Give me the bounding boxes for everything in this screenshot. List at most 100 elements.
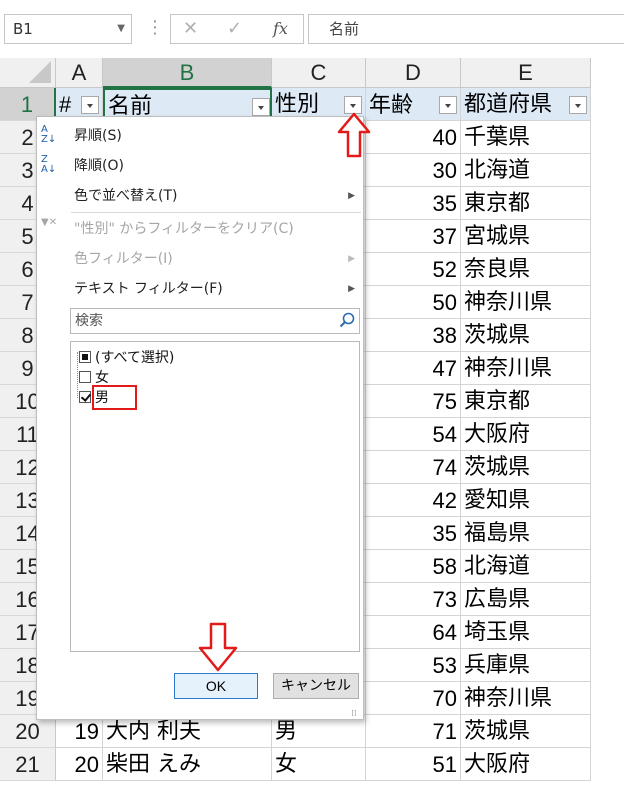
cell-d[interactable]: 75 [366,385,461,418]
sort-descending-item[interactable]: Z A↓ 降順(O) [37,151,363,181]
column-header-b[interactable]: B [103,58,272,88]
checkbox-partial[interactable] [79,351,91,363]
cell-e[interactable]: 茨城県 [461,319,591,352]
color-filter-item[interactable]: 色フィルター(I) ▶ [37,244,363,274]
filter-dropdown-button[interactable] [252,98,270,116]
cell-d[interactable]: 73 [366,583,461,616]
cell-b[interactable]: 柴田 えみ [103,748,272,781]
sort-by-color-item[interactable]: 色で並べ替え(T) ▶ [37,181,363,211]
filter-value-label: (すべて選択) [95,350,175,366]
cell-d[interactable]: 38 [366,319,461,352]
cell-e[interactable]: 福島県 [461,517,591,550]
cell-d[interactable]: 58 [366,550,461,583]
cell-text: 54 [432,422,457,447]
cell-d[interactable]: 54 [366,418,461,451]
submenu-arrow-icon: ▶ [348,284,355,294]
sort-ascending-icon: A Z↓ [41,124,57,145]
cell-e[interactable]: 宮城県 [461,220,591,253]
cell-text: 19 [74,719,99,744]
cell-text: 宮城県 [464,224,531,249]
cell-d[interactable]: 37 [366,220,461,253]
filter-dropdown-button[interactable] [81,96,99,114]
filter-dropdown-button[interactable] [569,96,587,114]
cell-e[interactable]: 神奈川県 [461,286,591,319]
filter-search-input[interactable]: 検索 [70,308,360,334]
cell-text: # [59,92,72,117]
cell-e[interactable]: 愛知県 [461,484,591,517]
cell-e[interactable]: 兵庫県 [461,649,591,682]
sort-by-color-label: 色で並べ替え(T) [74,188,178,204]
cell-text: 兵庫県 [464,653,531,678]
sort-descending-icon: Z A↓ [41,154,57,175]
cancel-button[interactable]: キャンセル [273,673,359,699]
checkbox-unchecked[interactable] [79,371,91,383]
clear-filter-item[interactable]: ▼✕ "性別" からフィルターをクリア(C) [37,214,363,244]
cell-d[interactable]: 40 [366,121,461,154]
header-cell-d[interactable]: 年齢 [366,88,461,121]
cell-text: 20 [74,752,99,777]
cell-e[interactable]: 茨城県 [461,715,591,748]
cell-e[interactable]: 東京都 [461,385,591,418]
formula-input[interactable]: 名前 [308,14,624,44]
cell-text: 北海道 [464,158,531,183]
cell-e[interactable]: 茨城県 [461,451,591,484]
filter-value-select-all[interactable]: (すべて選択) [79,348,174,368]
text-filter-item[interactable]: テキスト フィルター(F) ▶ [37,274,363,304]
cell-text: 大内 利夫 [106,719,201,744]
cell-e[interactable]: 大阪府 [461,418,591,451]
clear-filter-icon: ▼✕ [41,217,58,228]
cell-d[interactable]: 35 [366,187,461,220]
select-all-corner[interactable] [0,58,56,88]
filter-dropdown-button[interactable] [439,96,457,114]
cell-e[interactable]: 神奈川県 [461,352,591,385]
insert-function-icon[interactable]: fx [273,15,288,43]
name-box[interactable]: B1 ▼ [4,14,132,44]
column-header-a[interactable]: A [56,58,103,88]
enter-icon[interactable]: ✓ [227,15,242,43]
cell-e[interactable]: 北海道 [461,154,591,187]
search-placeholder: 検索 [75,313,103,329]
cell-d[interactable]: 74 [366,451,461,484]
cell-d[interactable]: 64 [366,616,461,649]
cell-text: 埼玉県 [464,620,531,645]
row-header[interactable]: 21 [0,748,56,781]
column-header-d[interactable]: D [366,58,461,88]
chevron-down-icon[interactable]: ▼ [117,15,125,43]
cell-d[interactable]: 52 [366,253,461,286]
filter-value-label: 女 [95,370,109,386]
cell-text: 茨城県 [464,455,531,480]
checkbox-checked[interactable] [79,391,91,403]
cancel-icon[interactable]: ✕ [183,15,198,43]
header-cell-e[interactable]: 都道府県 [461,88,591,121]
cell-d[interactable]: 42 [366,484,461,517]
cell-d[interactable]: 35 [366,517,461,550]
column-header-e[interactable]: E [461,58,591,88]
cell-e[interactable]: 広島県 [461,583,591,616]
resize-grip-icon[interactable]: ⁞⁞ [351,709,357,719]
cell-e[interactable]: 神奈川県 [461,682,591,715]
cell-d[interactable]: 53 [366,649,461,682]
column-header-c[interactable]: C [272,58,366,88]
cell-text: 35 [432,521,457,546]
cell-d[interactable]: 30 [366,154,461,187]
cell-text: 福島県 [464,521,531,546]
cell-text: 37 [432,224,457,249]
cell-d[interactable]: 71 [366,715,461,748]
cell-d[interactable]: 47 [366,352,461,385]
cell-e[interactable]: 埼玉県 [461,616,591,649]
cell-e[interactable]: 大阪府 [461,748,591,781]
ok-button[interactable]: OK [174,673,258,699]
cell-text: 51 [432,752,457,777]
cell-d[interactable]: 51 [366,748,461,781]
cell-d[interactable]: 50 [366,286,461,319]
cell-e[interactable]: 東京都 [461,187,591,220]
cell-e[interactable]: 千葉県 [461,121,591,154]
cell-c[interactable]: 女 [272,748,366,781]
cell-a[interactable]: 20 [56,748,103,781]
cell-e[interactable]: 奈良県 [461,253,591,286]
sort-ascending-item[interactable]: A Z↓ 昇順(S) [37,121,363,151]
cell-text: 47 [432,356,457,381]
cell-e[interactable]: 北海道 [461,550,591,583]
cell-d[interactable]: 70 [366,682,461,715]
cell-text: 千葉県 [464,125,531,150]
